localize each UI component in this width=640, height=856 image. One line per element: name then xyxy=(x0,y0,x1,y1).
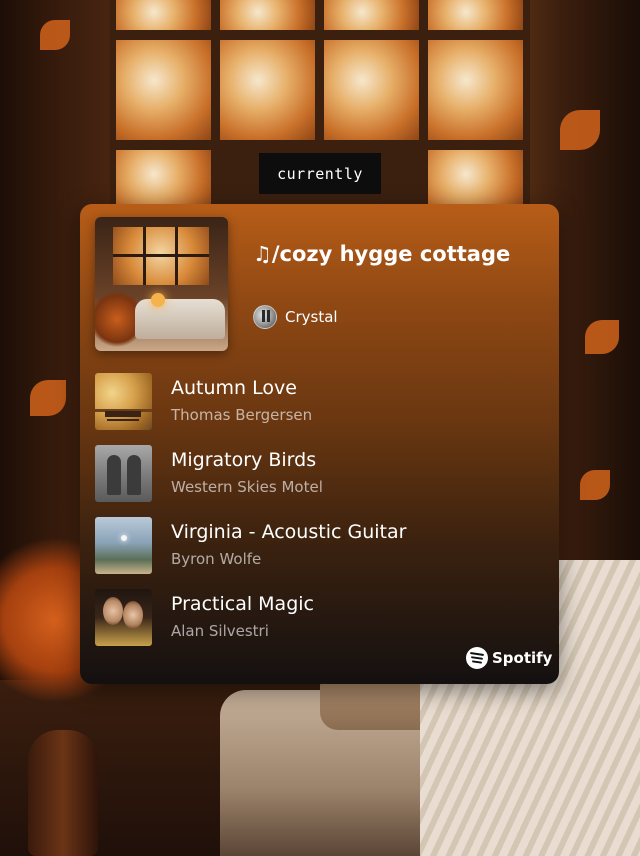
window-pane xyxy=(428,0,523,30)
leaf-decoration xyxy=(580,470,610,500)
cover-sofa-art xyxy=(135,299,225,339)
track-title: Virginia - Acoustic Guitar xyxy=(171,521,407,543)
window-pane xyxy=(116,150,211,210)
track-title: Practical Magic xyxy=(171,593,314,615)
window-pane xyxy=(116,0,211,30)
owner-name: Crystal xyxy=(285,308,338,326)
playlist-cover-art[interactable] xyxy=(95,217,228,351)
playlist-owner[interactable]: Crystal xyxy=(253,305,338,329)
track-row[interactable]: Practical Magic Alan Silvestri xyxy=(95,589,545,646)
currently-label: currently xyxy=(259,153,381,194)
track-title: Autumn Love xyxy=(171,377,297,399)
window-pane xyxy=(324,0,419,30)
track-artist: Alan Silvestri xyxy=(171,622,269,640)
leaf-decoration xyxy=(585,320,619,354)
cover-window-art xyxy=(113,227,209,285)
playlist-title[interactable]: ♫/cozy hygge cottage xyxy=(253,240,543,268)
window-pane xyxy=(220,40,315,140)
track-thumbnail xyxy=(95,589,152,646)
track-artist: Western Skies Motel xyxy=(171,478,323,496)
track-row[interactable]: Autumn Love Thomas Bergersen xyxy=(95,373,545,430)
track-artist: Byron Wolfe xyxy=(171,550,262,568)
owner-avatar xyxy=(253,305,277,329)
track-thumbnail xyxy=(95,517,152,574)
track-row[interactable]: Virginia - Acoustic Guitar Byron Wolfe xyxy=(95,517,545,574)
window-pane xyxy=(428,150,523,210)
track-list: Autumn Love Thomas Bergersen Migratory B… xyxy=(95,373,545,661)
track-thumbnail xyxy=(95,373,152,430)
window-pane xyxy=(428,40,523,140)
window-pane xyxy=(324,40,419,140)
leaf-decoration xyxy=(40,20,70,50)
cover-plant-art xyxy=(95,287,139,351)
background-vase xyxy=(28,730,98,856)
leaf-decoration xyxy=(560,110,600,150)
track-row[interactable]: Migratory Birds Western Skies Motel xyxy=(95,445,545,502)
window-pane xyxy=(220,0,315,30)
spotify-wordmark: Spotify xyxy=(492,649,553,667)
leaf-decoration xyxy=(30,380,66,416)
spotify-logo[interactable]: Spotify xyxy=(466,647,552,669)
playlist-widget[interactable]: ♫/cozy hygge cottage Crystal Autumn Love… xyxy=(80,204,559,684)
spotify-icon xyxy=(466,647,488,669)
track-thumbnail xyxy=(95,445,152,502)
track-title: Migratory Birds xyxy=(171,449,317,471)
wallpaper-scene: currently ♫/cozy hygge cottage Crystal A… xyxy=(0,0,640,856)
track-artist: Thomas Bergersen xyxy=(171,406,313,424)
cover-lamp-art xyxy=(151,293,165,307)
window-pane xyxy=(116,40,211,140)
